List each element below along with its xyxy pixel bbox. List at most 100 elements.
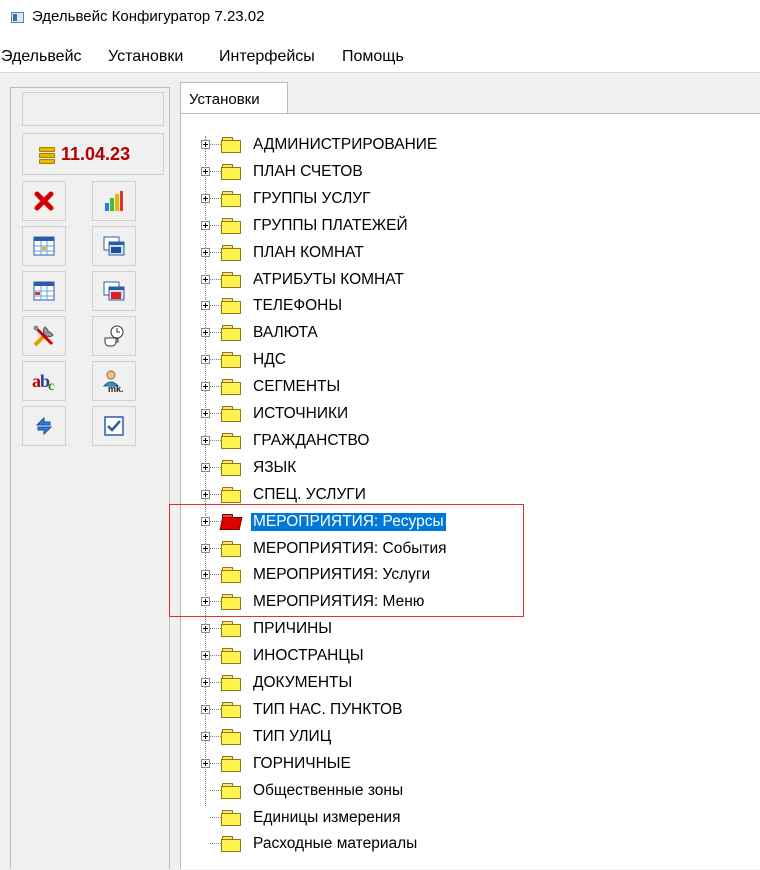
expand-icon[interactable]: [201, 301, 210, 311]
expand-icon[interactable]: [201, 382, 210, 392]
expand-icon[interactable]: [201, 624, 210, 634]
tree-item[interactable]: ПРИЧИНЫ: [181, 617, 741, 643]
grid-button[interactable]: [22, 226, 66, 266]
tree-item[interactable]: Единицы измерения: [181, 806, 741, 832]
tree-connector: [210, 359, 221, 361]
tab-settings-label: Установки: [189, 91, 260, 108]
menu-item-settings[interactable]: Установки: [108, 48, 183, 66]
abc-button[interactable]: abc: [22, 361, 66, 401]
tools-button[interactable]: [22, 316, 66, 356]
tree-item[interactable]: АДМИНИСТРИРОВАНИЕ: [181, 133, 741, 159]
grid-icon: [33, 236, 55, 256]
folder-icon: [221, 137, 243, 154]
tree-connector: [210, 493, 221, 495]
tree-item[interactable]: ГРУППЫ УСЛУГ: [181, 187, 741, 213]
tree-connector: [210, 144, 221, 145]
tree-item[interactable]: Расходные материалы: [181, 832, 741, 858]
tree-item-label: Единицы измерения: [253, 808, 401, 826]
toolbar-blank-slot: [22, 92, 164, 126]
tree-item[interactable]: ДОКУМЕНТЫ: [181, 671, 741, 697]
tree-item[interactable]: ГРАЖДАНСТВО: [181, 429, 741, 455]
chart-button[interactable]: [92, 181, 136, 221]
folder-icon: [221, 352, 243, 369]
folder-icon: [221, 379, 243, 396]
grid-stack-button[interactable]: [92, 226, 136, 266]
expand-icon[interactable]: [201, 651, 210, 661]
tree-connector: [210, 439, 221, 441]
expand-icon[interactable]: [201, 247, 210, 257]
expand-icon[interactable]: [201, 355, 210, 365]
expand-icon[interactable]: [201, 704, 210, 714]
svg-text:c: c: [48, 379, 54, 392]
user-mk-icon: mk.: [102, 370, 124, 393]
refresh-button[interactable]: [22, 406, 66, 446]
tree-item-label: ИНОСТРАНЦЫ: [253, 647, 364, 665]
tree-item[interactable]: ИНОСТРАНЦЫ: [181, 644, 741, 670]
expand-icon[interactable]: [201, 140, 210, 149]
tree-item-label: АДМИНИСТРИРОВАНИЕ: [253, 136, 438, 153]
tree-item-label: ВАЛЮТА: [253, 324, 318, 342]
expand-icon[interactable]: [201, 220, 210, 230]
user-mk-button[interactable]: mk.: [92, 361, 136, 401]
grid-red-button[interactable]: [92, 271, 136, 311]
expand-icon[interactable]: [201, 274, 210, 284]
expand-icon[interactable]: [201, 678, 210, 687]
tree-item[interactable]: ЯЗЫК: [181, 456, 741, 482]
tree-item-label: ПРИЧИНЫ: [253, 620, 333, 638]
folder-icon: [221, 755, 243, 773]
menu-item-help[interactable]: Помощь: [342, 48, 404, 66]
folder-icon: [221, 190, 243, 208]
tree-item-label: ДОКУМЕНТЫ: [253, 674, 353, 691]
expand-icon[interactable]: [201, 462, 210, 472]
expand-icon[interactable]: [201, 166, 210, 176]
window-title: Эдельвейс Конфигуратор 7.23.02: [32, 8, 265, 25]
expand-icon[interactable]: [201, 409, 210, 418]
menu-item-edelweiss[interactable]: Эдельвейс: [1, 48, 82, 66]
expand-icon[interactable]: [201, 193, 210, 203]
app-icon: [11, 12, 24, 23]
tree-item-label: ИСТОЧНИКИ: [253, 405, 349, 422]
tree-item[interactable]: ВАЛЮТА: [181, 321, 741, 347]
tree-item-label: СЕГМЕНТЫ: [253, 378, 341, 396]
tree-item[interactable]: НДС: [181, 348, 741, 374]
menu-item-interfaces[interactable]: Интерфейсы: [219, 48, 315, 66]
tree-connector: [210, 628, 221, 630]
tree-item[interactable]: СЕГМЕНТЫ: [181, 375, 741, 401]
refresh-icon: [35, 416, 53, 436]
coins-icon: [39, 147, 55, 164]
tree-item[interactable]: Общественные зоны: [181, 779, 741, 805]
folder-icon: [221, 298, 243, 315]
tree-item[interactable]: ПЛАН КОМНАТ: [181, 241, 741, 267]
tree-item[interactable]: ТЕЛЕФОНЫ: [181, 294, 741, 320]
grid-2-icon: [33, 281, 55, 301]
tree-connector: [210, 332, 221, 334]
tab-settings[interactable]: Установки: [180, 82, 288, 114]
tree-item[interactable]: ИСТОЧНИКИ: [181, 402, 741, 428]
expand-icon[interactable]: [201, 758, 210, 768]
expand-icon[interactable]: [201, 435, 210, 445]
folder-icon: [221, 701, 243, 719]
grid-2-button[interactable]: [22, 271, 66, 311]
delete-button[interactable]: [22, 181, 66, 221]
tree-item[interactable]: ТИП НАС. ПУНКТОВ: [181, 698, 741, 724]
folder-icon: [221, 271, 243, 289]
folder-icon: [221, 675, 243, 692]
folder-icon: [221, 163, 243, 181]
expand-icon[interactable]: [201, 489, 210, 499]
expand-icon[interactable]: [201, 731, 210, 741]
tree-connector: [210, 735, 221, 737]
checklist-button[interactable]: [92, 406, 136, 446]
settings-tree: АДМИНИСТРИРОВАНИЕ ПЛАН СЧЕТОВ ГРУППЫ УСЛУГ…: [180, 113, 760, 869]
expand-icon[interactable]: [201, 328, 210, 338]
tree-item[interactable]: ТИП УЛИЦ: [181, 725, 741, 751]
tree-item-label: Расходные материалы: [253, 835, 418, 853]
tree-item[interactable]: ПЛАН СЧЕТОВ: [181, 160, 741, 186]
cup-clock-button[interactable]: [92, 316, 136, 356]
folder-icon: [221, 325, 243, 342]
tree-item[interactable]: АТРИБУТЫ КОМНАТ: [181, 268, 741, 294]
tree-item-label: АТРИБУТЫ КОМНАТ: [253, 270, 404, 288]
date-display[interactable]: 11.04.23: [22, 133, 164, 175]
tree-item[interactable]: ГРУППЫ ПЛАТЕЖЕЙ: [181, 214, 741, 240]
tree-item[interactable]: ГОРНИЧНЫЕ: [181, 752, 741, 778]
tree-connector: [210, 762, 221, 764]
